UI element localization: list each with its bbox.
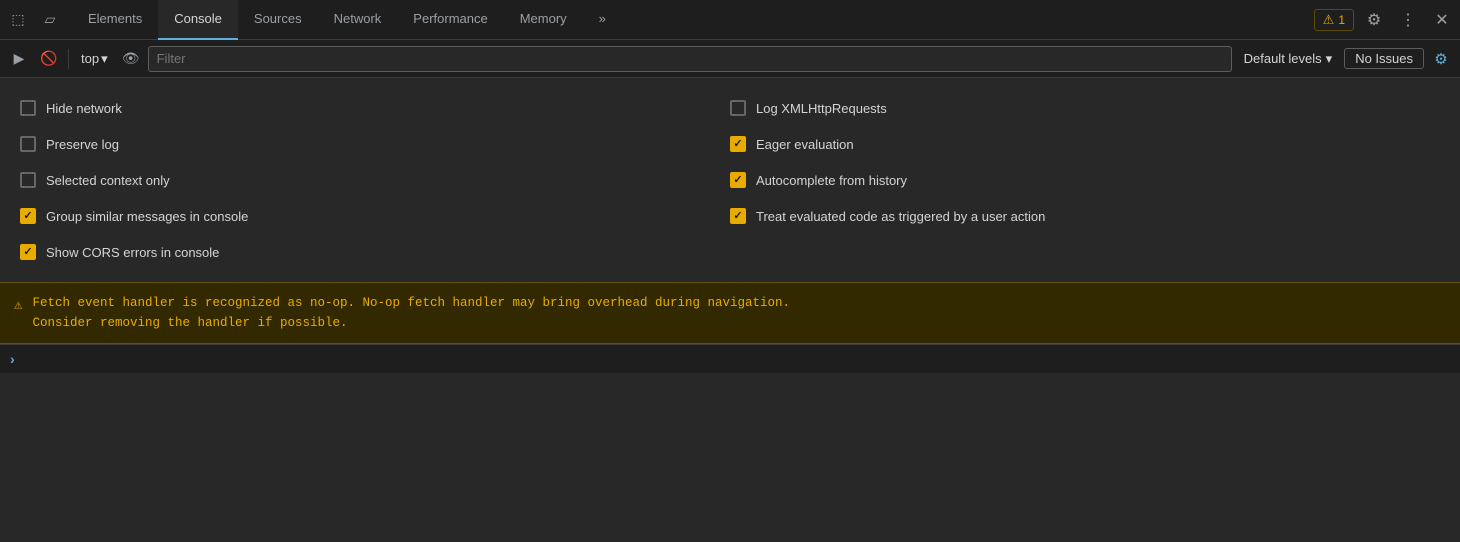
more-options-button[interactable]: ⋮	[1394, 6, 1422, 34]
autocomplete-option[interactable]: Autocomplete from history	[730, 162, 1440, 198]
group-similar-checkbox[interactable]	[20, 208, 36, 224]
settings-grid: Hide network Preserve log Selected conte…	[20, 90, 1440, 270]
eager-eval-option[interactable]: Eager evaluation	[730, 126, 1440, 162]
warning-triangle-icon: ⚠	[14, 295, 22, 317]
divider	[68, 49, 69, 69]
warning-badge[interactable]: ⚠ 1	[1314, 9, 1354, 31]
show-cors-checkbox[interactable]	[20, 244, 36, 260]
settings-panel: Hide network Preserve log Selected conte…	[0, 78, 1460, 282]
selected-context-option[interactable]: Selected context only	[20, 162, 730, 198]
log-levels-label: Default levels	[1244, 51, 1322, 66]
context-label: top	[81, 51, 99, 66]
settings-right-col: Log XMLHttpRequests Eager evaluation Aut…	[730, 90, 1440, 270]
settings-gear-button[interactable]: ⚙	[1360, 6, 1388, 34]
expand-icon[interactable]: ▶	[6, 46, 32, 72]
tab-right-actions: ⚠ 1 ⚙ ⋮ ✕	[1314, 6, 1456, 34]
group-similar-option[interactable]: Group similar messages in console	[20, 198, 730, 234]
treat-evaluated-checkbox[interactable]	[730, 208, 746, 224]
close-button[interactable]: ✕	[1428, 6, 1456, 34]
treat-evaluated-option[interactable]: Treat evaluated code as triggered by a u…	[730, 198, 1440, 234]
show-cors-option[interactable]: Show CORS errors in console	[20, 234, 730, 270]
log-levels-chevron-icon: ▾	[1326, 51, 1333, 67]
log-xml-option[interactable]: Log XMLHttpRequests	[730, 90, 1440, 126]
prompt-icon: ›	[10, 351, 15, 367]
tab-performance[interactable]: Performance	[397, 0, 503, 40]
inspect-icon[interactable]: ⬚	[4, 6, 32, 34]
tab-more[interactable]: »	[583, 0, 622, 40]
eye-icon[interactable]: 👁	[118, 46, 144, 72]
tab-network[interactable]: Network	[318, 0, 398, 40]
preserve-log-checkbox[interactable]	[20, 136, 36, 152]
tab-memory[interactable]: Memory	[504, 0, 583, 40]
warning-message-row: ⚠ Fetch event handler is recognized as n…	[0, 282, 1460, 344]
tab-console[interactable]: Console	[158, 0, 238, 40]
device-icon[interactable]: ▱	[36, 6, 64, 34]
eager-eval-checkbox[interactable]	[730, 136, 746, 152]
filter-input[interactable]	[148, 46, 1232, 72]
console-toolbar: ▶ 🚫 top ▾ 👁 Default levels ▾ No Issues ⚙	[0, 40, 1460, 78]
preserve-log-option[interactable]: Preserve log	[20, 126, 730, 162]
hide-network-checkbox[interactable]	[20, 100, 36, 116]
log-levels-dropdown[interactable]: Default levels ▾	[1236, 49, 1341, 69]
warning-triangle-icon: ⚠	[1323, 12, 1335, 28]
tab-bar: ⬚ ▱ Elements Console Sources Network Per…	[0, 0, 1460, 40]
warning-message-text: Fetch event handler is recognized as no-…	[32, 293, 790, 333]
chevron-down-icon: ▾	[101, 51, 108, 67]
selected-context-label: Selected context only	[46, 173, 170, 188]
selected-context-checkbox[interactable]	[20, 172, 36, 188]
warning-count: 1	[1338, 13, 1345, 27]
tab-elements[interactable]: Elements	[72, 0, 158, 40]
console-input-field[interactable]	[21, 352, 1450, 367]
log-xml-checkbox[interactable]	[730, 100, 746, 116]
hide-network-option[interactable]: Hide network	[20, 90, 730, 126]
settings-left-col: Hide network Preserve log Selected conte…	[20, 90, 730, 270]
context-selector[interactable]: top ▾	[75, 49, 114, 69]
console-settings-icon[interactable]: ⚙	[1428, 46, 1454, 72]
no-issues-button[interactable]: No Issues	[1344, 48, 1424, 69]
tab-icons: ⬚ ▱	[4, 6, 64, 34]
autocomplete-checkbox[interactable]	[730, 172, 746, 188]
clear-console-icon[interactable]: 🚫	[36, 46, 62, 72]
tab-sources[interactable]: Sources	[238, 0, 318, 40]
console-input-row: ›	[0, 344, 1460, 373]
